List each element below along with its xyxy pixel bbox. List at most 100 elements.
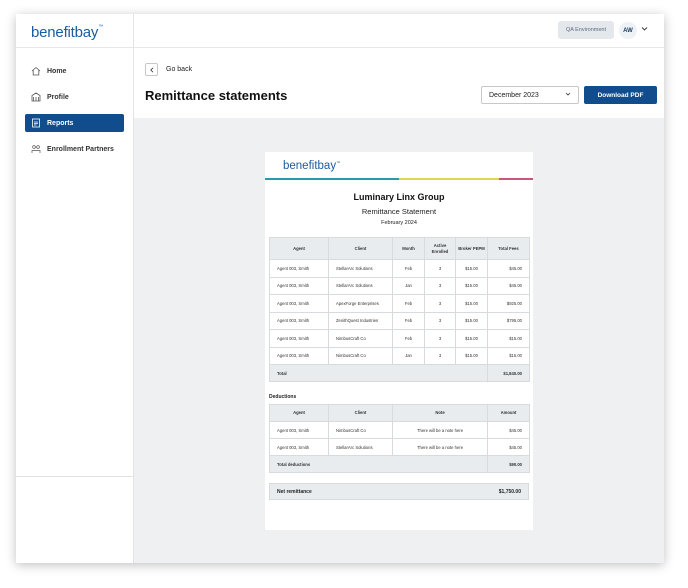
page-header: Go back Remittance statements December 2… xyxy=(134,48,664,118)
cell-client: NimbusCraft Co xyxy=(328,346,393,365)
cell-broker-pepm: $15.00 xyxy=(455,294,488,313)
cell-client: StellarArc Solutions xyxy=(328,276,393,295)
sidebar-item-reports[interactable]: Reports xyxy=(25,114,124,132)
cell-total-fees: $925.00 xyxy=(487,294,530,313)
sidebar-item-enrollment-partners[interactable]: Enrollment Partners xyxy=(25,140,124,158)
sidebar-item-label: Enrollment Partners xyxy=(47,145,114,153)
cell-agent: Agent 003, Smith xyxy=(269,311,329,330)
cell-total-fees: $15.00 xyxy=(487,329,530,348)
cell-broker-pepm: $15.00 xyxy=(455,276,488,295)
statement-preview-area: benefitbay™ Luminary Linx Group Remittan… xyxy=(134,118,664,563)
total-value: $1,840.00 xyxy=(487,364,530,382)
column-header: Total Fees xyxy=(487,237,530,260)
column-header: Broker PEPM xyxy=(455,237,488,260)
chevron-down-icon xyxy=(565,91,571,99)
cell-total-fees: $795.00 xyxy=(487,311,530,330)
column-header: Client xyxy=(328,237,393,260)
net-remittance-row: Net remittance $1,750.00 xyxy=(269,483,529,500)
cell-client: StellarArc Solutions xyxy=(328,259,393,278)
cell-client: StellarArc Solutions xyxy=(328,438,393,456)
net-remittance-value: $1,750.00 xyxy=(498,489,521,495)
table-row: Agent 003, Smith StellarArc Solutions Th… xyxy=(269,438,530,456)
cell-agent: Agent 003, Smith xyxy=(269,438,329,456)
user-avatar[interactable]: AW xyxy=(619,22,637,39)
reports-icon xyxy=(31,118,41,128)
month-select[interactable]: December 2023 xyxy=(481,86,579,104)
cell-active-enrolled: 3 xyxy=(424,259,456,278)
home-icon xyxy=(31,66,41,76)
cell-month: Feb xyxy=(392,329,425,348)
statement-title: Remittance Statement xyxy=(361,207,437,216)
sidebar: benefitbay™ Home Profile Reports Enrollm… xyxy=(16,14,134,563)
cell-amount: $45.00 xyxy=(487,421,530,439)
chevron-down-icon[interactable] xyxy=(641,25,648,34)
go-back-link[interactable]: Go back xyxy=(166,66,192,73)
color-stripe xyxy=(265,178,533,180)
deductions-table: Agent Client Note Amount Agent 003, Smit… xyxy=(269,404,530,473)
net-remittance-label: Net remittance xyxy=(277,489,312,495)
cell-active-enrolled: 3 xyxy=(424,294,456,313)
chevron-left-icon xyxy=(149,67,153,72)
cell-active-enrolled: 3 xyxy=(424,276,456,295)
total-deductions-label: Total deductions xyxy=(269,455,488,473)
cell-broker-pepm: $15.00 xyxy=(455,311,488,330)
back-button[interactable] xyxy=(145,63,158,76)
sidebar-item-profile[interactable]: Profile xyxy=(25,88,124,106)
table-row: Agent 003, Smith ApexForge Enterprises F… xyxy=(269,294,530,313)
top-bar: QA Environment AW xyxy=(134,14,664,48)
column-header: Month xyxy=(392,237,425,260)
total-label: Total xyxy=(269,364,488,382)
app-window: benefitbay™ Home Profile Reports Enrollm… xyxy=(16,14,664,563)
cell-client: ApexForge Enterprises xyxy=(328,294,393,313)
sidebar-item-home[interactable]: Home xyxy=(25,62,124,80)
cell-broker-pepm: $15.00 xyxy=(455,346,488,365)
cell-active-enrolled: 3 xyxy=(424,329,456,348)
deductions-heading: Deductions xyxy=(269,394,297,400)
download-pdf-button[interactable]: Download PDF xyxy=(584,86,657,104)
color-stripe-yellow xyxy=(399,178,499,180)
cell-agent: Agent 003, Smith xyxy=(269,259,329,278)
column-header: Agent xyxy=(269,404,329,422)
color-stripe-pink xyxy=(499,178,533,180)
logo-area: benefitbay™ xyxy=(16,14,133,48)
table-row: Agent 003, Smith StellarArc Solutions Fe… xyxy=(269,259,530,278)
table-row: Agent 003, Smith NimbusCraft Co Jan 3 $1… xyxy=(269,346,530,365)
total-deductions-value: $90.00 xyxy=(487,455,530,473)
cell-agent: Agent 003, Smith xyxy=(269,294,329,313)
column-header: Client xyxy=(328,404,393,422)
cell-note: There will be a note here xyxy=(392,438,488,456)
table-header-row: Agent Client Month Active Enrolled Broke… xyxy=(269,237,530,260)
cell-agent: Agent 003, Smith xyxy=(269,276,329,295)
cell-active-enrolled: 3 xyxy=(424,346,456,365)
cell-active-enrolled: 3 xyxy=(424,311,456,330)
sidebar-item-label: Profile xyxy=(47,93,69,101)
table-header-row: Agent Client Note Amount xyxy=(269,404,530,422)
cell-total-fees: $45.00 xyxy=(487,276,530,295)
cell-month: Feb xyxy=(392,294,425,313)
cell-month: Feb xyxy=(392,311,425,330)
cell-note: There will be a note here xyxy=(392,421,488,439)
company-name: Luminary Linx Group xyxy=(353,192,445,202)
page-title: Remittance statements xyxy=(145,88,288,103)
profile-icon xyxy=(31,92,41,102)
column-header: Note xyxy=(392,404,488,422)
sidebar-item-label: Home xyxy=(47,67,67,75)
color-stripe-teal xyxy=(265,178,399,180)
sidebar-item-label: Reports xyxy=(47,119,74,127)
table-row: Agent 003, Smith NimbusCraft Co Feb 3 $1… xyxy=(269,329,530,348)
remittance-document: benefitbay™ Luminary Linx Group Remittan… xyxy=(265,152,533,530)
cell-client: NimbusCraft Co xyxy=(328,329,393,348)
column-header: Agent xyxy=(269,237,329,260)
cell-agent: Agent 003, Smith xyxy=(269,421,329,439)
cell-broker-pepm: $15.00 xyxy=(455,259,488,278)
cell-month: Feb xyxy=(392,259,425,278)
sidebar-footer-divider xyxy=(16,476,134,477)
total-deductions-row: Total deductions $90.00 xyxy=(269,455,530,473)
cell-agent: Agent 003, Smith xyxy=(269,346,329,365)
app-logo[interactable]: benefitbay™ xyxy=(31,24,103,41)
table-row: Agent 003, Smith StellarArc Solutions Ja… xyxy=(269,276,530,295)
column-header: Active Enrolled xyxy=(424,237,456,260)
cell-total-fees: $45.00 xyxy=(487,259,530,278)
fees-table: Agent Client Month Active Enrolled Broke… xyxy=(269,237,530,382)
cell-client: NimbusCraft Co xyxy=(328,421,393,439)
